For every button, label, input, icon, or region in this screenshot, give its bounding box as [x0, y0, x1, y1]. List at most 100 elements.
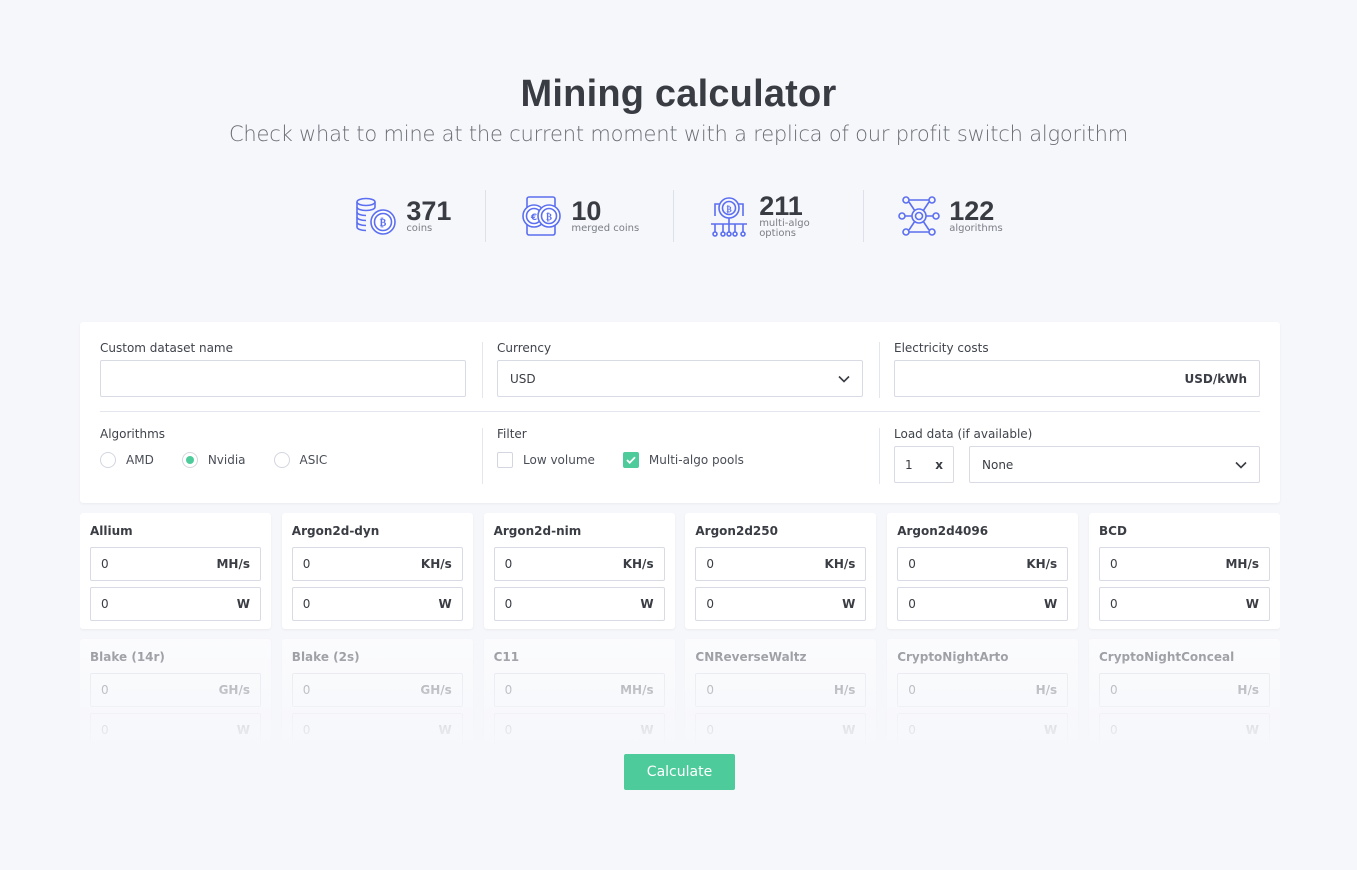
merged-coins-icon: € ₿ [522, 196, 562, 236]
hashrate-input[interactable]: 0 KH/s [493, 547, 665, 581]
hashrate-unit: MH/s [620, 683, 654, 697]
stats-bar: ₿ 371 coins € ₿ 10 merged coins ₿ 211 mu… [0, 190, 1357, 242]
checkbox-low-volume[interactable]: Low volume [497, 452, 595, 468]
svg-text:₿: ₿ [380, 217, 387, 229]
dataset-name-input[interactable] [100, 360, 466, 397]
hashrate-input[interactable]: 0 GH/s [90, 673, 261, 707]
svg-text:₿: ₿ [727, 204, 733, 214]
power-unit: W [1043, 597, 1058, 611]
hashrate-unit: H/s [1237, 683, 1259, 697]
power-unit: W [236, 597, 250, 611]
power-input[interactable]: 0W [695, 587, 867, 621]
hashrate-input[interactable]: 0 KH/s [291, 547, 463, 581]
electricity-input[interactable]: USD/kWh [894, 360, 1260, 397]
algo-name: CNReverseWaltz [695, 650, 807, 664]
radio-label: ASIC [299, 453, 328, 467]
electricity-label: Electricity costs [894, 341, 989, 355]
power-input[interactable]: 0W [1098, 713, 1270, 743]
power-input[interactable]: 0W [897, 587, 1069, 621]
power-value: 0 [706, 597, 715, 611]
hashrate-value: 0 [101, 683, 109, 697]
hashrate-input[interactable]: 0 H/s [1098, 673, 1270, 707]
stat-value: 211 [759, 191, 803, 221]
power-input[interactable]: 0W [493, 587, 665, 621]
stat-label: algorithms [949, 223, 1003, 234]
algorithm-network-icon [898, 196, 940, 236]
hashrate-input[interactable]: 0 H/s [897, 673, 1069, 707]
power-input[interactable]: 0W [90, 713, 261, 743]
hashrate-input[interactable]: 0 MH/s [90, 547, 261, 581]
power-input[interactable]: 0W [493, 713, 665, 743]
stat-algorithms: 122 algorithms [863, 190, 1036, 242]
hashrate-input[interactable]: 0 MH/s [493, 673, 665, 707]
hashrate-unit: MH/s [1225, 557, 1259, 571]
divider [100, 411, 1260, 412]
radio-button[interactable] [273, 452, 290, 468]
algo-name: Argon2d-nim [493, 524, 582, 538]
power-input[interactable]: 0W [291, 713, 463, 743]
power-unit: W [640, 723, 654, 737]
hashrate-input[interactable]: 0 H/s [695, 673, 867, 707]
multi-algo-circuit-icon: ₿ [711, 197, 748, 237]
radio-button-selected[interactable] [181, 452, 198, 468]
power-unit: W [640, 597, 654, 611]
currency-select[interactable]: USD [497, 360, 863, 397]
stat-value: 10 [571, 196, 602, 226]
radio-nvidia[interactable]: Nvidia [181, 452, 246, 468]
power-value: 0 [101, 723, 109, 737]
algo-name: Allium [90, 524, 133, 538]
stat-multi-algo: ₿ 211 multi-algo options [673, 190, 863, 242]
power-value: 0 [101, 597, 109, 611]
chevron-down-icon [838, 375, 850, 383]
hashrate-unit: GH/s [218, 683, 250, 697]
hashrate-unit: H/s [1035, 683, 1058, 697]
power-value: 0 [504, 723, 513, 737]
power-unit: W [1245, 723, 1259, 737]
hashrate-unit: H/s [833, 683, 856, 697]
algo-name: Argon2d4096 [897, 524, 989, 538]
filter-checkbox-group: Low volume Multi-algo pools [497, 446, 863, 474]
power-input[interactable]: 0W [1098, 587, 1270, 621]
power-value: 0 [908, 597, 916, 611]
power-value: 0 [908, 723, 916, 737]
power-unit: W [842, 597, 856, 611]
hashrate-value: 0 [1109, 683, 1118, 697]
radio-amd[interactable]: AMD [100, 452, 154, 468]
hashrate-unit: KH/s [622, 557, 654, 571]
load-data-select[interactable]: None [969, 446, 1260, 483]
hashrate-value: 0 [908, 683, 916, 697]
hashrate-unit: GH/s [420, 683, 452, 697]
algorithms-label: Algorithms [100, 427, 166, 441]
algo-name: CryptoNightArto [897, 650, 1009, 664]
power-input[interactable]: 0W [695, 713, 867, 743]
settings-panel: Custom dataset name Currency USD Electri… [80, 322, 1280, 503]
hashrate-input[interactable]: 0 KH/s [897, 547, 1069, 581]
hashrate-value: 0 [302, 557, 311, 571]
algorithms-radio-group: AMD Nvidia ASIC [100, 446, 466, 474]
hashrate-input[interactable]: 0 MH/s [1098, 547, 1270, 581]
checkbox[interactable] [497, 452, 513, 468]
power-value: 0 [302, 597, 311, 611]
stat-label: merged coins [571, 223, 640, 234]
calculate-button[interactable]: Calculate [624, 754, 735, 790]
radio-asic[interactable]: ASIC [273, 452, 328, 468]
power-input[interactable]: 0W [291, 587, 463, 621]
stat-value: 371 [406, 196, 452, 226]
currency-label: Currency [497, 341, 552, 355]
algo-card: Argon2d-dyn 0 KH/s 0 W [281, 513, 473, 629]
check-icon [626, 456, 636, 464]
stat-merged-coins: € ₿ 10 merged coins [485, 190, 673, 242]
checkbox-checked[interactable] [622, 452, 639, 468]
checkbox-multi-algo-pools[interactable]: Multi-algo pools [622, 452, 744, 468]
algo-card: C11 0 MH/s 0 W [483, 639, 675, 743]
load-quantity-input[interactable]: 1 x [894, 446, 954, 483]
hashrate-input[interactable]: 0 GH/s [291, 673, 463, 707]
hashrate-input[interactable]: 0 KH/s [695, 547, 867, 581]
algo-card: Blake (2s) 0 GH/s 0 W [281, 639, 473, 743]
power-input[interactable]: 0W [897, 713, 1069, 743]
algo-name: Blake (14r) [90, 650, 165, 664]
radio-button[interactable] [100, 452, 116, 468]
power-input[interactable]: 0W [90, 587, 261, 621]
algo-name: Blake (2s) [291, 650, 360, 664]
load-data-value: None [982, 457, 1014, 472]
